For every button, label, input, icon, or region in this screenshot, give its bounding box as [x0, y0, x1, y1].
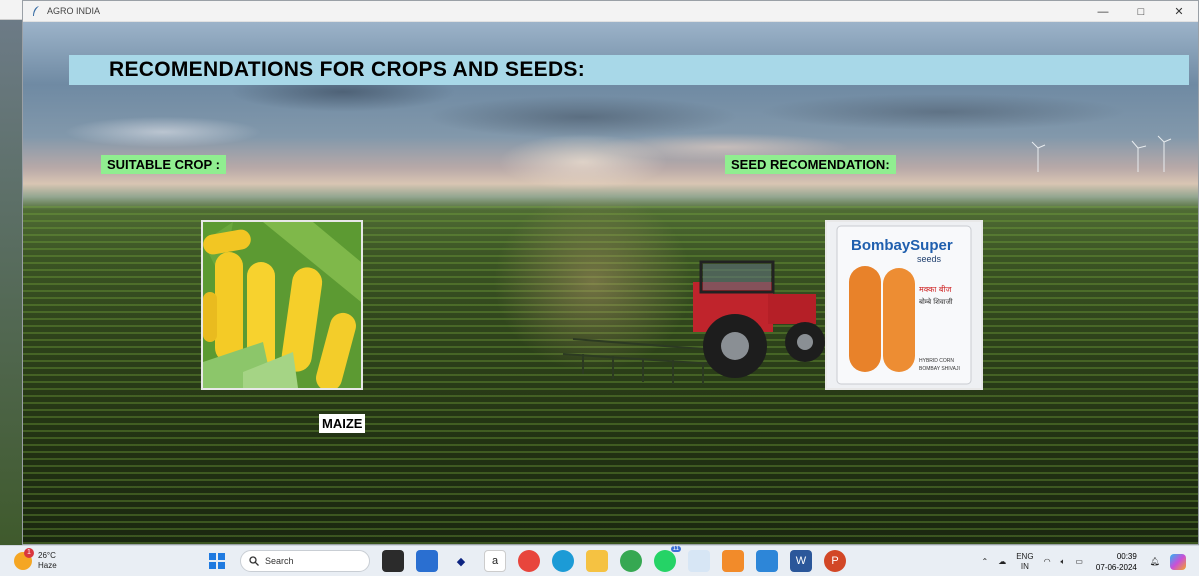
tractor-image — [562, 260, 825, 384]
maximize-button[interactable]: □ — [1122, 1, 1160, 22]
volume-icon[interactable]: 🔈︎ — [1061, 557, 1066, 567]
seed-brand-name: BombaySuper — [851, 237, 953, 254]
system-tray: ⌃ ☁ ENG IN ◠ 🔈︎ ▭ 00:39 07-06-2024 🔔︎ — [977, 549, 1191, 574]
photos-icon[interactable] — [756, 550, 778, 572]
search-icon — [249, 556, 259, 566]
battery-icon[interactable]: ▭ — [1075, 557, 1083, 567]
taskbar-clock[interactable]: 00:39 07-06-2024 — [1096, 551, 1137, 573]
clock-time: 00:39 — [1116, 551, 1137, 561]
chevron-up-icon[interactable]: ⌃ — [982, 557, 989, 567]
page-title: RECOMENDATIONS FOR CROPS AND SEEDS: — [109, 58, 586, 81]
search-placeholder: Search — [265, 556, 294, 566]
svg-text:seeds: seeds — [917, 254, 942, 264]
window-titlebar[interactable]: AGRO INDIA — □ ✕ — [23, 1, 1198, 22]
language-code: ENG — [1016, 551, 1034, 561]
powerpoint-icon[interactable]: P — [824, 550, 846, 572]
suitable-crop-label: SUITABLE CROP : — [101, 155, 226, 174]
svg-text:HYBRID CORN: HYBRID CORN — [919, 358, 954, 364]
crop-image-maize — [201, 220, 363, 390]
edge-icon[interactable] — [552, 550, 574, 572]
notification-bell-icon[interactable]: 🔔︎ — [1150, 557, 1160, 567]
weather-notification-badge: 1 — [24, 548, 34, 558]
weather-condition: Haze — [38, 561, 57, 570]
file-explorer-icon[interactable] — [586, 550, 608, 572]
crop-name-label: MAIZE — [319, 414, 366, 433]
wifi-icon[interactable]: ◠ — [1044, 557, 1051, 567]
background-window-titlebar — [0, 0, 24, 20]
wind-turbines — [1031, 135, 1172, 172]
copilot-icon[interactable] — [1170, 553, 1186, 570]
page-heading-banner: RECOMENDATIONS FOR CROPS AND SEEDS: — [69, 55, 1189, 85]
cloud-icon[interactable]: ☁ — [998, 557, 1006, 567]
taskbar-apps: Search ◆ a 11 W P — [200, 546, 852, 572]
word-icon[interactable]: W — [790, 550, 812, 572]
clock-date: 07-06-2024 — [1095, 562, 1137, 572]
desktop-background-strip — [0, 0, 24, 545]
task-view-icon[interactable] — [382, 550, 404, 572]
store-icon[interactable] — [416, 550, 438, 572]
weather-widget[interactable]: 1 26°C Haze — [14, 548, 57, 571]
whatsapp-icon[interactable]: 11 — [654, 546, 681, 572]
windows-taskbar: 1 26°C Haze Search ◆ a 11 W P ⌃ ☁ ENG IN… — [0, 545, 1199, 576]
chrome-icon[interactable] — [518, 550, 540, 572]
dropbox-icon[interactable]: ◆ — [450, 550, 472, 572]
region-code: IN — [1020, 561, 1029, 571]
taskbar-search-box[interactable]: Search — [240, 550, 370, 572]
seed-packet-image: BombaySuper seeds मक्का बीज बोम्बे शिवाज… — [825, 220, 983, 390]
amazon-icon[interactable]: a — [484, 550, 506, 572]
farm-background-image: RECOMENDATIONS FOR CROPS AND SEEDS: SUIT… — [23, 22, 1198, 544]
svg-text:BOMBAY SHIVAJI: BOMBAY SHIVAJI — [919, 366, 960, 372]
whatsapp-badge: 11 — [670, 546, 681, 552]
minimize-button[interactable]: — — [1084, 1, 1122, 22]
app-window: AGRO INDIA — □ ✕ RECOMENDATIONS FOR CROP… — [22, 0, 1199, 545]
window-title: AGRO INDIA — [47, 6, 101, 16]
weather-temperature: 26°C — [38, 551, 56, 560]
close-button[interactable]: ✕ — [1160, 1, 1198, 22]
feather-icon — [33, 6, 39, 16]
windows-start-icon[interactable] — [206, 550, 228, 572]
chrome-profile-icon[interactable] — [620, 550, 642, 572]
svg-text:मक्का बीज: मक्का बीज — [919, 284, 953, 294]
svg-text:बोम्बे शिवाजी: बोम्बे शिवाजी — [919, 297, 953, 306]
seed-recommendation-label: SEED RECOMENDATION: — [725, 155, 896, 174]
python-idle-icon[interactable] — [688, 550, 710, 572]
sun-icon: 1 — [14, 548, 34, 570]
xampp-icon[interactable] — [722, 550, 744, 572]
language-indicator[interactable]: ENG IN — [1016, 552, 1033, 572]
